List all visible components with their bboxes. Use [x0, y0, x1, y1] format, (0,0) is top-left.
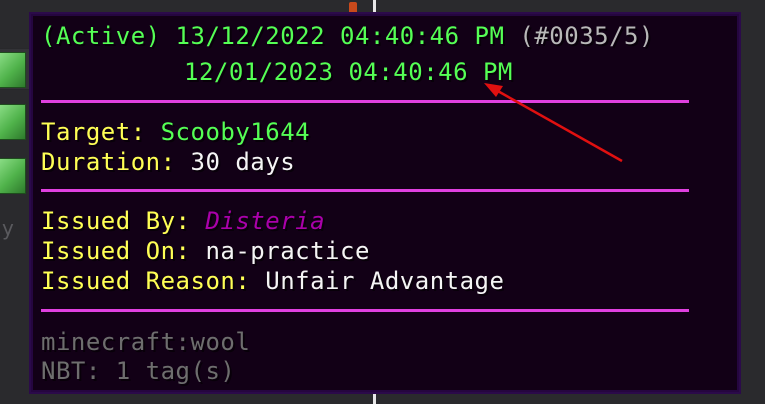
separator — [41, 309, 689, 312]
target-row: Target: Scooby1644 — [41, 118, 310, 146]
issued-reason-label: Issued Reason: — [41, 267, 251, 295]
separator — [41, 100, 689, 103]
punishment-start-date: 13/12/2022 04:40:46 PM — [175, 22, 505, 50]
issued-reason-row: Issued Reason: Unfair Advantage — [41, 267, 504, 295]
punishment-status: (Active) — [41, 22, 161, 50]
green-wool-block[interactable] — [0, 104, 26, 140]
issued-on-value: na-practice — [205, 237, 370, 265]
green-wool-block[interactable] — [0, 52, 26, 88]
issued-reason-value: Unfair Advantage — [265, 267, 505, 295]
issued-on-row: Issued On: na-practice — [41, 237, 370, 265]
issued-on-label: Issued On: — [41, 237, 191, 265]
green-wool-block[interactable] — [0, 158, 26, 194]
target-label: Target: — [41, 118, 146, 146]
issued-by-value: Disteria — [205, 207, 326, 235]
separator — [41, 189, 689, 192]
punishment-id: (#0035/5) — [519, 22, 654, 50]
item-id: minecraft:wool — [41, 328, 251, 356]
issued-by-label: Issued By: — [41, 207, 191, 235]
background-text: y — [2, 216, 14, 240]
game-screen: y (Active) 13/12/2022 04:40:46 PM (#0035… — [0, 0, 765, 404]
duration-label: Duration: — [41, 148, 176, 176]
nbt-info: NBT: 1 tag(s) — [41, 357, 236, 385]
target-value: Scooby1644 — [160, 118, 311, 146]
duration-row: Duration: 30 days — [41, 148, 295, 176]
item-tooltip: (Active) 13/12/2022 04:40:46 PM (#0035/5… — [29, 12, 741, 394]
duration-value: 30 days — [190, 148, 296, 176]
tooltip-header: (Active) 13/12/2022 04:40:46 PM (#0035/5… — [41, 22, 654, 50]
issued-by-row: Issued By: Disteria — [41, 207, 325, 235]
punishment-expiry-date: 12/01/2023 04:40:46 PM — [184, 58, 513, 86]
